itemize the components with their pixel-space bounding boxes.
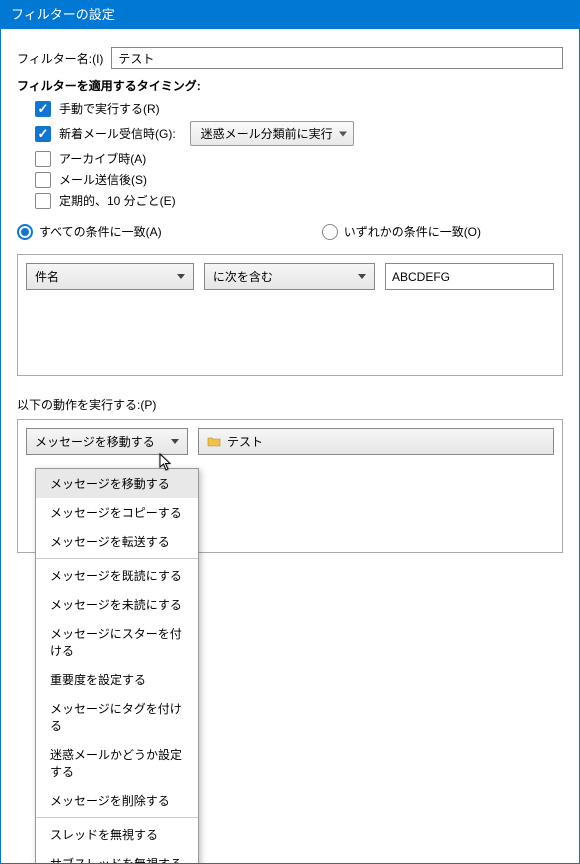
timing-archive-checkbox[interactable]: ✓ xyxy=(35,151,51,167)
timing-manual-checkbox[interactable]: ✓ xyxy=(35,101,51,117)
condition-field-value: 件名 xyxy=(35,268,59,285)
action-menu-item[interactable]: サブスレッドを無視する xyxy=(36,849,198,864)
filter-name-input[interactable] xyxy=(111,47,563,69)
match-all-group[interactable]: すべての条件に一致(A) xyxy=(17,223,162,240)
timing-newmail-label: 新着メール受信時(G): xyxy=(59,125,176,142)
timing-aftersend-row[interactable]: ✓ メール送信後(S) xyxy=(35,171,563,188)
match-any-group[interactable]: いずれかの条件に一致(O) xyxy=(322,223,481,240)
action-menu-item[interactable]: メッセージを既読にする xyxy=(36,561,198,590)
menu-separator xyxy=(36,817,198,818)
action-menu-item[interactable]: メッセージを未読にする xyxy=(36,590,198,619)
action-type-value: メッセージを移動する xyxy=(35,433,155,450)
chevron-down-icon xyxy=(358,274,366,279)
action-row: メッセージを移動する テスト xyxy=(26,428,554,455)
window-title: フィルターの設定 xyxy=(11,7,115,22)
match-all-label: すべての条件に一致(A) xyxy=(39,223,162,240)
match-mode-row: すべての条件に一致(A) いずれかの条件に一致(O) xyxy=(17,223,563,240)
match-all-radio[interactable] xyxy=(17,224,33,240)
timing-newmail-row[interactable]: ✓ 新着メール受信時(G): 迷惑メール分類前に実行 xyxy=(35,121,563,146)
action-menu-item[interactable]: 迷惑メールかどうか設定する xyxy=(36,740,198,786)
timing-aftersend-label: メール送信後(S) xyxy=(59,171,147,188)
action-menu-item[interactable]: 重要度を設定する xyxy=(36,665,198,694)
condition-operator-value: に次を含む xyxy=(213,268,273,285)
actions-label: 以下の動作を実行する:(P) xyxy=(17,396,563,413)
action-menu-item[interactable]: メッセージを移動する xyxy=(36,469,198,498)
action-folder-value: テスト xyxy=(227,433,263,450)
menu-separator xyxy=(36,558,198,559)
timing-newmail-checkbox[interactable]: ✓ xyxy=(35,126,51,142)
filter-settings-window: フィルターの設定 フィルター名:(I) フィルターを適用するタイミング: ✓ 手… xyxy=(0,0,580,864)
chevron-down-icon xyxy=(171,439,179,444)
conditions-panel: 件名 に次を含む xyxy=(17,254,563,376)
action-folder-select[interactable]: テスト xyxy=(198,428,554,455)
timing-periodic-checkbox[interactable]: ✓ xyxy=(35,193,51,209)
chevron-down-icon xyxy=(177,274,185,279)
action-menu-item[interactable]: メッセージにスターを付ける xyxy=(36,619,198,665)
action-menu-item[interactable]: メッセージをコピーする xyxy=(36,498,198,527)
match-any-label: いずれかの条件に一致(O) xyxy=(344,223,481,240)
filter-name-label: フィルター名:(I) xyxy=(17,49,103,67)
timing-manual-row[interactable]: ✓ 手動で実行する(R) xyxy=(35,100,563,117)
timing-periodic-label: 定期的、10 分ごと(E) xyxy=(59,192,176,209)
filter-name-row: フィルター名:(I) xyxy=(17,47,563,69)
action-menu-item[interactable]: スレッドを無視する xyxy=(36,820,198,849)
timing-periodic-row[interactable]: ✓ 定期的、10 分ごと(E) xyxy=(35,192,563,209)
condition-operator-select[interactable]: に次を含む xyxy=(204,263,375,290)
timing-aftersend-checkbox[interactable]: ✓ xyxy=(35,172,51,188)
window-titlebar: フィルターの設定 xyxy=(1,1,579,29)
timing-section-title: フィルターを適用するタイミング: xyxy=(17,77,563,94)
timing-archive-label: アーカイブ時(A) xyxy=(59,150,146,167)
match-any-radio[interactable] xyxy=(322,224,338,240)
timing-manual-label: 手動で実行する(R) xyxy=(59,100,160,117)
action-type-select[interactable]: メッセージを移動する xyxy=(26,428,188,455)
action-type-dropdown-menu[interactable]: メッセージを移動するメッセージをコピーするメッセージを転送するメッセージを既読に… xyxy=(35,468,199,864)
timing-archive-row[interactable]: ✓ アーカイブ時(A) xyxy=(35,150,563,167)
condition-field-select[interactable]: 件名 xyxy=(26,263,194,290)
action-menu-item[interactable]: メッセージにタグを付ける xyxy=(36,694,198,740)
action-menu-item[interactable]: メッセージを転送する xyxy=(36,527,198,556)
timing-newmail-option-select[interactable]: 迷惑メール分類前に実行 xyxy=(190,121,354,146)
folder-icon xyxy=(207,436,221,447)
action-menu-item[interactable]: メッセージを削除する xyxy=(36,786,198,815)
condition-row: 件名 に次を含む xyxy=(26,263,554,290)
condition-value-input[interactable] xyxy=(385,263,554,290)
